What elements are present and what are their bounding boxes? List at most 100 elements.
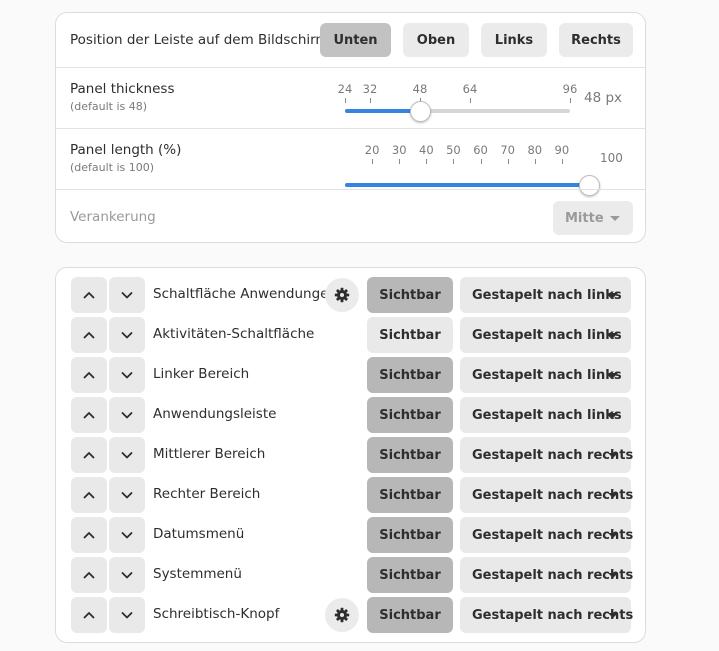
item-position-dropdown[interactable]: Gestapelt nach rechts — [460, 597, 633, 633]
item-name: Schaltfläche Anwendungen — [153, 286, 338, 302]
item-position-dropdown[interactable]: Gestapelt nach links — [460, 317, 631, 353]
chevron-down-icon — [120, 328, 134, 342]
thickness-row: Panel thickness (default is 48) 24 32 48 64… — [56, 68, 645, 128]
item-position-dropdown[interactable]: Gestapelt nach links — [460, 357, 631, 393]
item-position-dropdown[interactable]: Gestapelt nach rechts — [460, 557, 633, 593]
move-up-button[interactable] — [71, 557, 107, 593]
position-left-button[interactable]: Links — [481, 23, 547, 57]
move-down-button[interactable] — [109, 317, 145, 353]
visibility-toggle[interactable]: Sichtbar — [367, 557, 453, 593]
length-slider[interactable]: 20 30 40 50 60 70 80 90 — [345, 129, 600, 196]
item-settings-button[interactable] — [325, 278, 359, 312]
pan-down-icon — [610, 216, 620, 221]
thickness-slider-knob[interactable] — [410, 101, 431, 122]
move-down-button[interactable] — [109, 277, 145, 313]
item-settings-button[interactable] — [325, 598, 359, 632]
visibility-toggle[interactable]: Sichtbar — [367, 597, 453, 633]
chevron-up-icon — [82, 608, 96, 622]
move-up-button[interactable] — [71, 517, 107, 553]
item-position-dropdown[interactable]: Gestapelt nach links — [460, 277, 631, 313]
move-up-button[interactable] — [71, 277, 107, 313]
panel-item-row: Schaltfläche Anwendungen Sichtbar Gestapel… — [56, 277, 645, 317]
move-up-button[interactable] — [71, 597, 107, 633]
panel-item-row: Aktivitäten-Schaltfläche Sichtbar Gestapel… — [56, 317, 645, 357]
thickness-tick-label: 24 — [337, 82, 353, 96]
panel-item-row: Mittlerer Bereich Sichtbar Gestapelt nach … — [56, 437, 645, 477]
pan-down-icon — [608, 413, 618, 418]
thickness-slider-fill — [345, 109, 420, 113]
chevron-down-icon — [120, 408, 134, 422]
thickness-tick-mark — [345, 98, 346, 103]
item-name: Anwendungsleiste — [153, 406, 277, 422]
move-down-button[interactable] — [109, 477, 145, 513]
panel-item-row: Schreibtisch-Knopf Sichtbar Gestapelt nach… — [56, 597, 645, 637]
chevron-up-icon — [82, 568, 96, 582]
thickness-tick-label: 48 — [412, 82, 428, 96]
position-top-button[interactable]: Oben — [403, 23, 469, 57]
move-down-button[interactable] — [109, 437, 145, 473]
item-position-dropdown[interactable]: Gestapelt nach rechts — [460, 437, 633, 473]
move-down-button[interactable] — [109, 557, 145, 593]
item-position-value: Gestapelt nach links — [472, 367, 622, 383]
pan-down-icon — [608, 613, 618, 618]
chevron-down-icon — [120, 448, 134, 462]
pan-down-icon — [608, 293, 618, 298]
chevron-up-icon — [82, 408, 96, 422]
chevron-up-icon — [82, 328, 96, 342]
thickness-slider[interactable]: 24 32 48 64 96 — [338, 68, 577, 128]
visibility-toggle[interactable]: Sichtbar — [367, 477, 453, 513]
move-up-button[interactable] — [71, 477, 107, 513]
move-down-button[interactable] — [109, 397, 145, 433]
visibility-toggle[interactable]: Sichtbar — [367, 317, 453, 353]
panel-item-row: Datumsmenü Sichtbar Gestapelt nach rechts — [56, 517, 645, 557]
chevron-down-icon — [120, 288, 134, 302]
length-tick-mark — [480, 159, 482, 164]
anchor-row: Verankerung Mitte — [56, 190, 645, 244]
length-sublabel: (default is 100) — [70, 161, 155, 174]
panel-item-row: Anwendungsleiste Sichtbar Gestapelt nach l… — [56, 397, 645, 437]
thickness-value: 48 px — [584, 90, 623, 106]
move-down-button[interactable] — [109, 597, 145, 633]
position-bottom-button[interactable]: Unten — [320, 23, 391, 57]
length-value: 100 — [600, 151, 623, 165]
pan-down-icon — [608, 493, 618, 498]
gear-icon — [334, 607, 350, 623]
pan-down-icon — [608, 453, 618, 458]
chevron-down-icon — [120, 568, 134, 582]
panel-item-row: Systemmenü Sichtbar Gestapelt nach rechts — [56, 557, 645, 597]
visibility-toggle[interactable]: Sichtbar — [367, 357, 453, 393]
move-up-button[interactable] — [71, 357, 107, 393]
panel-item-row: Linker Bereich Sichtbar Gestapelt nach lin… — [56, 357, 645, 397]
chevron-up-icon — [82, 528, 96, 542]
pan-down-icon — [608, 533, 618, 538]
length-tick-mark — [561, 159, 563, 164]
move-up-button[interactable] — [71, 317, 107, 353]
length-row: Panel length (%) (default is 100) 20 30 40… — [56, 129, 645, 196]
move-down-button[interactable] — [109, 357, 145, 393]
chevron-down-icon — [120, 608, 134, 622]
move-up-button[interactable] — [71, 437, 107, 473]
item-position-value: Gestapelt nach links — [472, 407, 622, 423]
position-right-button[interactable]: Rechts — [559, 23, 633, 57]
item-position-dropdown[interactable]: Gestapelt nach links — [460, 397, 631, 433]
thickness-sublabel: (default is 48) — [70, 100, 148, 113]
pan-down-icon — [608, 573, 618, 578]
visibility-toggle[interactable]: Sichtbar — [367, 277, 453, 313]
thickness-tick-mark — [370, 98, 371, 103]
move-down-button[interactable] — [109, 517, 145, 553]
move-up-button[interactable] — [71, 397, 107, 433]
item-position-dropdown[interactable]: Gestapelt nach rechts — [460, 517, 633, 553]
anchor-dropdown[interactable]: Mitte — [553, 201, 633, 235]
item-name: Datumsmenü — [153, 526, 245, 542]
item-position-dropdown[interactable]: Gestapelt nach rechts — [460, 477, 633, 513]
visibility-toggle[interactable]: Sichtbar — [367, 517, 453, 553]
length-tick-mark — [372, 159, 374, 164]
chevron-down-icon — [120, 528, 134, 542]
length-tick-label: 60 — [473, 143, 488, 157]
visibility-toggle[interactable]: Sichtbar — [367, 437, 453, 473]
item-name: Mittlerer Bereich — [153, 446, 266, 462]
position-label: Position der Leiste auf dem Bildschirm — [70, 32, 329, 48]
chevron-up-icon — [82, 288, 96, 302]
length-label: Panel length (%) — [70, 142, 182, 158]
visibility-toggle[interactable]: Sichtbar — [367, 397, 453, 433]
